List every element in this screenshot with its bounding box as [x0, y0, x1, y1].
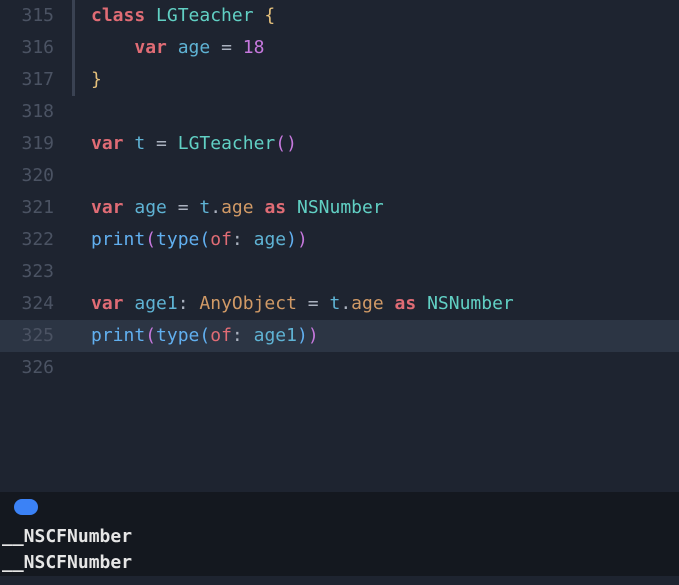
panel-separator [0, 492, 679, 522]
code-line[interactable]: 321var age = t.age as NSNumber [0, 192, 679, 224]
line-number: 319 [0, 128, 72, 160]
line-number: 324 [0, 288, 72, 320]
line-number: 315 [0, 0, 72, 32]
code-content[interactable]: print(type(of: age1)) [75, 320, 319, 352]
line-number: 316 [0, 32, 72, 64]
line-number: 323 [0, 256, 72, 288]
code-content[interactable]: var age = 18 [75, 32, 264, 64]
code-content[interactable] [75, 160, 91, 192]
line-number: 322 [0, 224, 72, 256]
console-panel[interactable]: __NSCFNumber __NSCFNumber [0, 522, 679, 576]
code-content[interactable] [75, 96, 91, 128]
code-line[interactable]: 317} [0, 64, 679, 96]
code-line[interactable]: 326 [0, 352, 679, 384]
code-line[interactable]: 318 [0, 96, 679, 128]
code-content[interactable]: } [75, 64, 102, 96]
code-line[interactable]: 322print(type(of: age)) [0, 224, 679, 256]
line-number: 317 [0, 64, 72, 96]
console-output-line: __NSCFNumber [2, 524, 679, 550]
code-line[interactable]: 316 var age = 18 [0, 32, 679, 64]
code-content[interactable]: print(type(of: age)) [75, 224, 308, 256]
code-line[interactable]: 320 [0, 160, 679, 192]
line-number: 320 [0, 160, 72, 192]
code-line[interactable]: 319var t = LGTeacher() [0, 128, 679, 160]
line-number: 321 [0, 192, 72, 224]
code-content[interactable]: var t = LGTeacher() [75, 128, 297, 160]
console-output-line: __NSCFNumber [2, 550, 679, 576]
code-content[interactable] [75, 352, 91, 384]
code-line[interactable]: 324var age1: AnyObject = t.age as NSNumb… [0, 288, 679, 320]
code-line[interactable]: 315class LGTeacher { [0, 0, 679, 32]
filter-pill-icon[interactable] [14, 499, 38, 515]
code-content[interactable]: var age1: AnyObject = t.age as NSNumber [75, 288, 514, 320]
code-content[interactable] [75, 256, 91, 288]
code-area[interactable]: 315class LGTeacher {316 var age = 18317}… [0, 0, 679, 384]
line-number: 326 [0, 352, 72, 384]
line-number: 325 [0, 320, 72, 352]
code-line[interactable]: 323 [0, 256, 679, 288]
editor-gap [0, 384, 679, 492]
code-editor: 315class LGTeacher {316 var age = 18317}… [0, 0, 679, 585]
code-content[interactable]: var age = t.age as NSNumber [75, 192, 384, 224]
code-line[interactable]: 325print(type(of: age1)) [0, 320, 679, 352]
line-number: 318 [0, 96, 72, 128]
code-content[interactable]: class LGTeacher { [75, 0, 275, 32]
